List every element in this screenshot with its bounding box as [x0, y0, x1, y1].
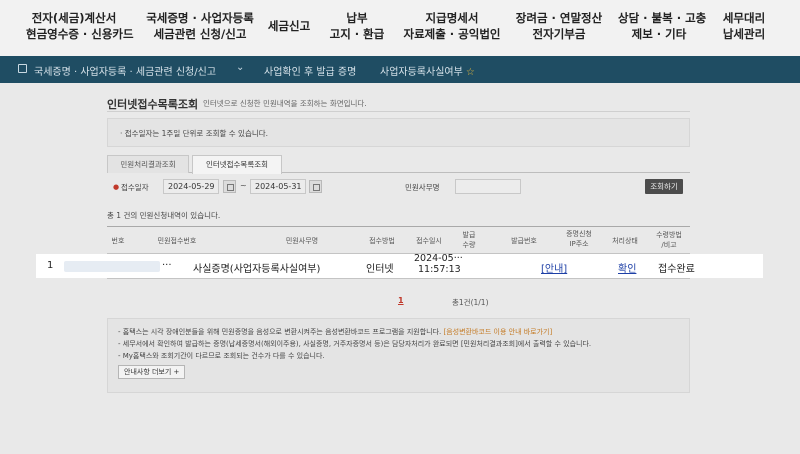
row-receipt-no: ··· [162, 260, 172, 271]
row-name: 사실증명(사업자등록사실여부) [193, 264, 321, 275]
header-qty: 수량 [462, 241, 476, 249]
search-form: ● 접수일자 2024-05-29 ~ 2024-05-31 민원사무명 조회하… [107, 177, 690, 197]
header-issue-no: 발급번호 [511, 237, 537, 245]
office-name-input[interactable] [455, 179, 521, 194]
header-issue: 발급 [462, 231, 476, 239]
nav-item-payment[interactable]: 납부 고지 · 환급 [326, 10, 388, 42]
nav-item-label: 지급명세서 [425, 11, 479, 25]
info-line-3: - My홈택스와 조회기간이 다르므로 조회되는 건수가 다를 수 있습니다. [118, 352, 325, 360]
top-navigation: 전자(세금)계산서 현금영수증 · 신용카드 국세증명 · 사업자등록 세금관련… [0, 0, 800, 56]
pagination-total: 총1건(1/1) [452, 298, 489, 307]
breadcrumb-level2[interactable]: 사업확인 후 발급 증명 [264, 63, 356, 78]
date-separator: ~ [240, 181, 247, 190]
tab-result-inquiry[interactable]: 민원처리결과조회 [107, 155, 189, 173]
pagination-current[interactable]: 1 [398, 296, 404, 305]
redacted-receipt-no [64, 261, 160, 272]
nav-item-label: 장려금 · 연말정산 [515, 11, 603, 25]
nav-item-label: 납부 [346, 11, 368, 25]
calendar-icon[interactable] [309, 180, 322, 193]
nav-item-sublabel: 고지 · 환급 [329, 27, 385, 41]
header-datetime: 접수일시 [416, 237, 442, 245]
nav-item-label: 전자(세금)계산서 [31, 11, 117, 25]
header-name: 민원사무명 [285, 237, 319, 245]
header-status: 처리상태 [612, 237, 638, 245]
result-count: 총 1 건의 민원신청내역이 있습니다. [107, 211, 221, 220]
page-title: 인터넷접수목록조회 [107, 98, 199, 111]
info-line-1: - 홈택스는 시각 장애인분들을 위해 민원증명을 음성으로 변환시켜주는 음성… [118, 327, 552, 337]
nav-item-sublabel: 세금관련 신청/신고 [153, 27, 247, 41]
pagination-total-value: 1/1 [473, 298, 486, 307]
nav-item-payment-statement[interactable]: 지급명세서 자료제출 · 공익법인 [403, 10, 501, 42]
nav-item-incentive[interactable]: 장려금 · 연말정산 전자기부금 [514, 10, 604, 42]
page-description: 인터넷으로 신청한 민원내역을 조회하는 화면입니다. [203, 99, 367, 108]
nav-item-tax-agent[interactable]: 세무대리 납세관리 [716, 10, 772, 42]
row-ip-info-link[interactable]: [안내] [541, 260, 567, 275]
required-bullet-icon: ● [113, 183, 120, 191]
nav-item-sublabel: 전자기부금 [532, 27, 586, 41]
header-receipt-no: 민원접수번호 [157, 237, 197, 245]
nav-item-label: 세금신고 [267, 19, 311, 33]
date-from-input[interactable]: 2024-05-29 [163, 179, 219, 194]
table-row[interactable]: 1 ··· 사실증명(사업자등록사실여부) 인터넷 2024-05··· 11:… [36, 253, 763, 278]
notice-box: · 접수일자는 1주일 단위로 조회할 수 있습니다. [107, 118, 690, 147]
divider [107, 278, 690, 279]
header-receive: 수령방법 [656, 231, 682, 239]
chevron-down-icon[interactable]: ⌄ [236, 62, 244, 73]
date-to-input[interactable]: 2024-05-31 [250, 179, 306, 194]
nav-item-sublabel: 제보 · 기타 [631, 27, 687, 41]
nav-item-certificates[interactable]: 국세증명 · 사업자등록 세금관련 신청/신고 [144, 10, 256, 42]
breadcrumb: 국세증명 · 사업자등록 · 세금관련 신청/신고 ⌄ 사업확인 후 발급 증명… [0, 56, 800, 83]
office-label: 민원사무명 [405, 183, 440, 192]
row-no: 1 [47, 260, 54, 271]
divider [107, 111, 690, 112]
info-line-1-text: - 홈택스는 시각 장애인분들을 위해 민원증명을 음성으로 변환시켜주는 음성… [118, 328, 442, 336]
header-note: /비고 [661, 241, 677, 249]
nav-item-e-invoice[interactable]: 전자(세금)계산서 현금영수증 · 신용카드 [26, 10, 134, 42]
info-box: - 홈택스는 시각 장애인분들을 위해 민원증명을 음성으로 변환시켜주는 음성… [107, 318, 690, 393]
nav-item-sublabel: 현금영수증 · 신용카드 [26, 27, 134, 41]
nav-item-consulting[interactable]: 상담 · 불복 · 고충 제보 · 기타 [618, 10, 707, 42]
star-icon[interactable]: ☆ [466, 67, 475, 78]
info-line-2: - 세무서에서 확인하여 발급하는 증명(납세증명서(해외이주용), 사실증명,… [118, 340, 592, 348]
nav-item-sublabel: 납세관리 [722, 27, 766, 41]
date-label: 접수일자 [121, 183, 149, 192]
nav-item-label: 상담 · 불복 · 고충 [618, 11, 707, 25]
row-status-link[interactable]: 확인 [618, 260, 636, 275]
voice-barcode-link[interactable]: [음성변환바코드 이용 안내 바로가기] [443, 328, 552, 336]
nav-item-tax-return[interactable]: 세금신고 [262, 18, 316, 34]
menu-icon[interactable] [18, 64, 27, 73]
tab-internet-receipt-list[interactable]: 인터넷접수목록조회 [192, 155, 282, 174]
calendar-icon[interactable] [223, 180, 236, 193]
notice-text: · 접수일자는 1주일 단위로 조회할 수 있습니다. [120, 129, 269, 138]
nav-item-sublabel: 자료제출 · 공익법인 [403, 27, 501, 41]
pagination-total-prefix: 총1건( [452, 298, 474, 307]
row-time: 11:57:13 [418, 264, 461, 275]
header-ip: IP주소 [569, 240, 589, 248]
nav-item-label: 세무대리 [722, 11, 766, 25]
row-method: 인터넷 [366, 264, 394, 275]
header-method: 접수방법 [369, 237, 395, 245]
row-date: 2024-05··· [414, 253, 463, 264]
breadcrumb-level3-label: 사업자등록사실여부 [380, 67, 463, 78]
table-header: 번호 민원접수번호 민원사무명 접수방법 접수일시 발급 수량 발급번호 증명신… [107, 226, 690, 254]
row-receive: 접수완료 [658, 264, 695, 275]
nav-item-label: 국세증명 · 사업자등록 [146, 11, 254, 25]
tab-bar: 민원처리결과조회 인터넷접수목록조회 [107, 155, 690, 174]
more-info-button[interactable]: 안내사항 더보기 + [118, 365, 186, 379]
breadcrumb-level3[interactable]: 사업자등록사실여부 ☆ [380, 63, 475, 78]
header-no: 번호 [111, 237, 125, 245]
header-cert: 증명신청 [566, 230, 592, 238]
breadcrumb-level1[interactable]: 국세증명 · 사업자등록 · 세금관련 신청/신고 [34, 63, 216, 78]
search-button[interactable]: 조회하기 [645, 179, 683, 194]
